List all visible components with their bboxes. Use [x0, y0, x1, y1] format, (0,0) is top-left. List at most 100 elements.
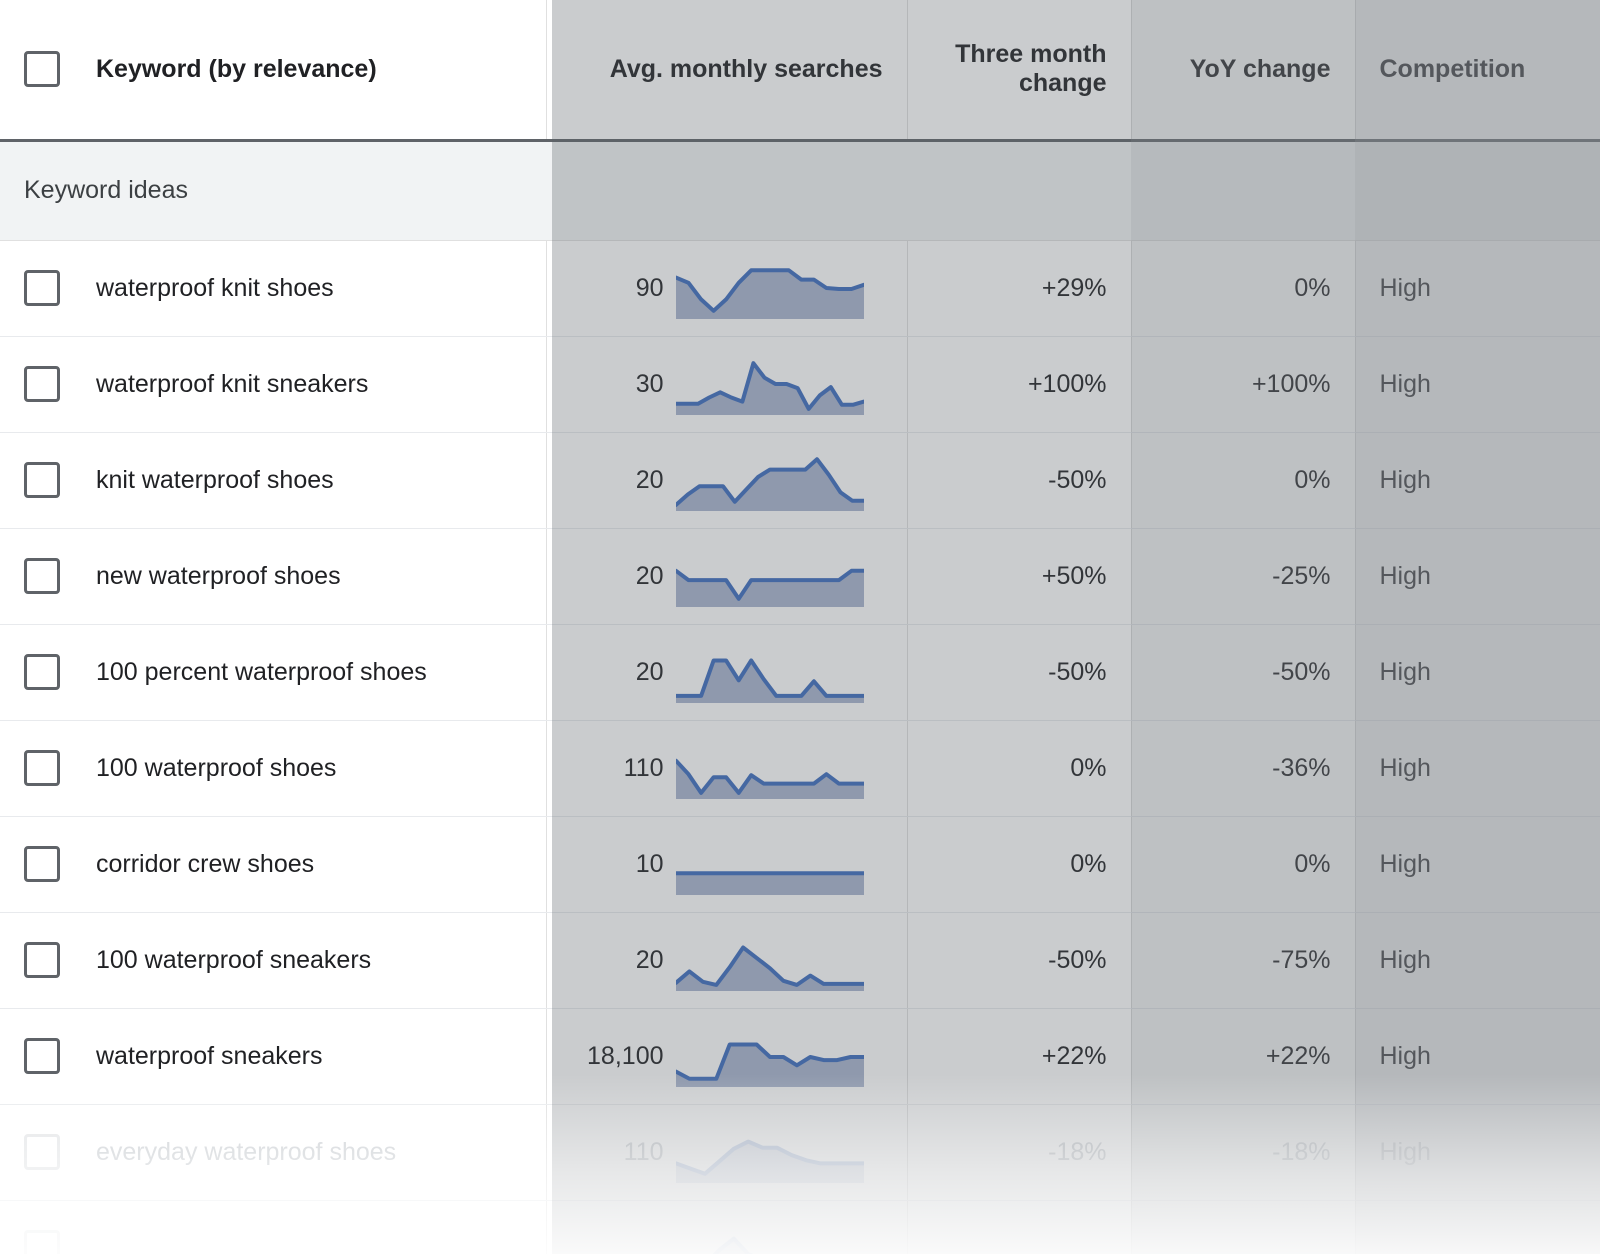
- table-row[interactable]: new waterproof shoes20+50%-25%High: [0, 528, 1600, 624]
- cell-avg-monthly-searches: 20: [546, 528, 907, 624]
- keyword-text: everyday waterproof shoes: [96, 1138, 396, 1167]
- avg-monthly-searches-value: 110: [624, 754, 664, 783]
- group-row-label: Keyword ideas: [0, 140, 546, 240]
- table-row[interactable]: [0, 1200, 1600, 1254]
- cell-three-month-change: +22%: [907, 1008, 1131, 1104]
- avg-cell-content: 20: [571, 433, 883, 528]
- row-checkbox[interactable]: [24, 1230, 60, 1254]
- sparkline-chart: [676, 833, 864, 895]
- row-checkbox[interactable]: [24, 750, 60, 786]
- cell-avg-monthly-searches: 20: [546, 624, 907, 720]
- keyword-text: 100 waterproof shoes: [96, 754, 336, 783]
- sparkline-chart: [676, 545, 864, 607]
- table-row[interactable]: waterproof knit sneakers30+100%+100%High: [0, 336, 1600, 432]
- table-row[interactable]: knit waterproof shoes20-50%0%High: [0, 432, 1600, 528]
- keyword-cell-content: waterproof sneakers: [24, 1038, 522, 1074]
- table-row[interactable]: 100 percent waterproof shoes20-50%-50%Hi…: [0, 624, 1600, 720]
- avg-monthly-searches-value: 90: [636, 274, 664, 303]
- avg-monthly-searches-value: 10: [636, 850, 664, 879]
- group-row-spacer-3mo: [907, 140, 1131, 240]
- table-row[interactable]: waterproof sneakers18,100+22%+22%High: [0, 1008, 1600, 1104]
- cell-yoy-change: 0%: [1131, 432, 1355, 528]
- cell-yoy-change: -36%: [1131, 720, 1355, 816]
- keyword-cell-content: 100 percent waterproof shoes: [24, 654, 522, 690]
- row-checkbox[interactable]: [24, 558, 60, 594]
- cell-avg-monthly-searches: 90: [546, 240, 907, 336]
- group-row-spacer-avg: [546, 140, 907, 240]
- keyword-cell-content: knit waterproof shoes: [24, 462, 522, 498]
- sparkline-chart: [676, 1121, 864, 1183]
- keyword-text: waterproof sneakers: [96, 1042, 323, 1071]
- keyword-text: knit waterproof shoes: [96, 466, 334, 495]
- keyword-cell-content: waterproof knit sneakers: [24, 366, 522, 402]
- column-header-keyword[interactable]: Keyword (by relevance): [0, 0, 546, 140]
- keyword-cell-content: waterproof knit shoes: [24, 270, 522, 306]
- cell-competition: High: [1355, 336, 1600, 432]
- cell-keyword: everyday waterproof shoes: [0, 1104, 546, 1200]
- cell-keyword: 100 waterproof shoes: [0, 720, 546, 816]
- cell-three-month-change: 0%: [907, 816, 1131, 912]
- select-all-checkbox[interactable]: [24, 51, 60, 87]
- cell-competition: High: [1355, 1104, 1600, 1200]
- keyword-text: waterproof knit sneakers: [96, 370, 368, 399]
- column-header-yoy-change[interactable]: YoY change: [1131, 0, 1355, 140]
- table-row[interactable]: everyday waterproof shoes110-18%-18%High: [0, 1104, 1600, 1200]
- row-checkbox[interactable]: [24, 270, 60, 306]
- table-row[interactable]: 100 waterproof shoes1100%-36%High: [0, 720, 1600, 816]
- keyword-text: new waterproof shoes: [96, 562, 341, 591]
- sparkline-chart: [676, 641, 864, 703]
- cell-competition: High: [1355, 240, 1600, 336]
- avg-monthly-searches-value: 18,100: [587, 1042, 663, 1071]
- keyword-text: waterproof knit shoes: [96, 274, 334, 303]
- cell-yoy-change: 0%: [1131, 240, 1355, 336]
- row-checkbox[interactable]: [24, 1134, 60, 1170]
- sparkline-chart: [676, 1217, 864, 1254]
- cell-competition: [1355, 1200, 1600, 1254]
- cell-avg-monthly-searches: 110: [546, 1104, 907, 1200]
- column-header-avg-monthly-searches[interactable]: Avg. monthly searches: [546, 0, 907, 140]
- row-checkbox[interactable]: [24, 942, 60, 978]
- row-checkbox[interactable]: [24, 846, 60, 882]
- cell-yoy-change: +100%: [1131, 336, 1355, 432]
- cell-avg-monthly-searches: 18,100: [546, 1008, 907, 1104]
- column-header-competition[interactable]: Competition: [1355, 0, 1600, 140]
- cell-avg-monthly-searches: 30: [546, 336, 907, 432]
- row-checkbox[interactable]: [24, 366, 60, 402]
- cell-avg-monthly-searches: 10: [546, 816, 907, 912]
- header-keyword-cell: Keyword (by relevance): [24, 51, 522, 87]
- cell-yoy-change: -75%: [1131, 912, 1355, 1008]
- cell-competition: High: [1355, 816, 1600, 912]
- cell-three-month-change: 0%: [907, 720, 1131, 816]
- cell-avg-monthly-searches: 20: [546, 432, 907, 528]
- column-header-three-month-change[interactable]: Three month change: [907, 0, 1131, 140]
- table-row[interactable]: corridor crew shoes100%0%High: [0, 816, 1600, 912]
- cell-competition: High: [1355, 624, 1600, 720]
- sparkline-chart: [676, 449, 864, 511]
- table-row[interactable]: waterproof knit shoes90+29%0%High: [0, 240, 1600, 336]
- cell-keyword: 100 percent waterproof shoes: [0, 624, 546, 720]
- avg-cell-content: 30: [571, 337, 883, 432]
- keyword-cell-content: 100 waterproof shoes: [24, 750, 522, 786]
- cell-competition: High: [1355, 528, 1600, 624]
- avg-cell-content: 20: [571, 529, 883, 624]
- keyword-text: corridor crew shoes: [96, 850, 314, 879]
- avg-monthly-searches-value: 20: [636, 466, 664, 495]
- row-checkbox[interactable]: [24, 654, 60, 690]
- keyword-ideas-table: Keyword (by relevance) Avg. monthly sear…: [0, 0, 1600, 1254]
- table-body: Keyword ideas waterproof knit shoes90+29…: [0, 140, 1600, 1254]
- row-checkbox[interactable]: [24, 1038, 60, 1074]
- table-row[interactable]: 100 waterproof sneakers20-50%-75%High: [0, 912, 1600, 1008]
- cell-keyword: waterproof knit sneakers: [0, 336, 546, 432]
- avg-monthly-searches-value: 20: [636, 946, 664, 975]
- avg-cell-content: 20: [571, 625, 883, 720]
- cell-three-month-change: +100%: [907, 336, 1131, 432]
- avg-monthly-searches-value: 20: [636, 562, 664, 591]
- cell-three-month-change: -50%: [907, 912, 1131, 1008]
- avg-cell-content: 110: [571, 1105, 883, 1200]
- avg-monthly-searches-value: 20: [636, 658, 664, 687]
- keyword-cell-content: 100 waterproof sneakers: [24, 942, 522, 978]
- group-row-keyword-ideas: Keyword ideas: [0, 140, 1600, 240]
- row-checkbox[interactable]: [24, 462, 60, 498]
- header-row: Keyword (by relevance) Avg. monthly sear…: [0, 0, 1600, 140]
- avg-monthly-searches-value: 30: [636, 370, 664, 399]
